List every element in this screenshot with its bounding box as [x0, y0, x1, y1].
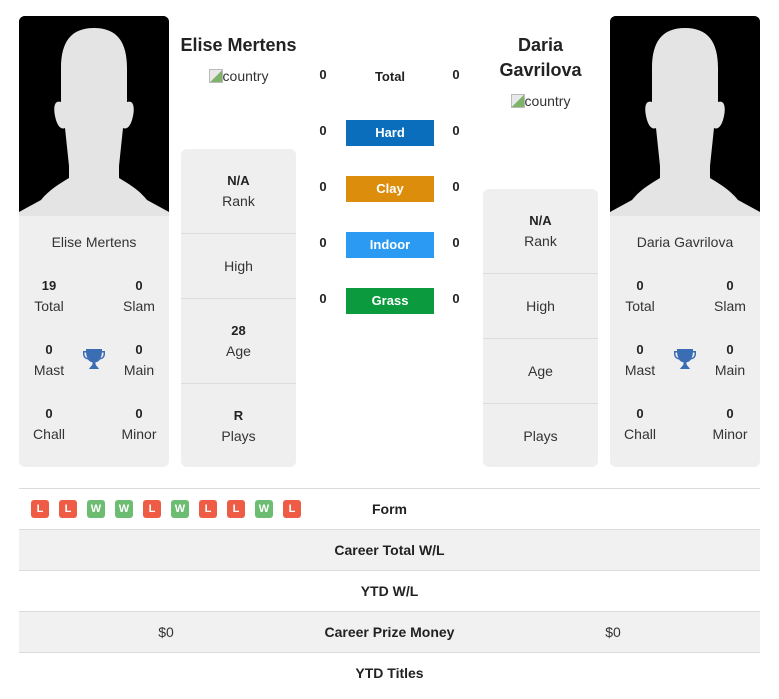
surface-hard-badge: Hard	[346, 120, 434, 146]
player1-total-titles: 19 Total	[34, 278, 64, 314]
h2h-total-label: Total	[374, 69, 406, 84]
h2h-indoor-p2: 0	[452, 235, 460, 250]
h2h-clay-p2: 0	[452, 179, 460, 194]
career-prize-money-row: $0 Career Prize Money $0	[19, 611, 760, 652]
player2-info-panel: N/A Rank High Age Plays	[483, 189, 598, 467]
ytd-wl-row: YTD W/L	[19, 570, 760, 611]
player2-plays: Plays	[483, 403, 598, 468]
player1-country-flag: country	[176, 68, 301, 84]
player1-card-name: Elise Mertens	[51, 234, 137, 250]
player1-mast-titles: 0 Mast	[33, 342, 65, 378]
ytd-wl-label: YTD W/L	[360, 583, 419, 599]
career-total-wl-label: Career Total W/L	[334, 542, 445, 558]
player2-name-heading[interactable]: Daria Gavrilova	[478, 33, 603, 83]
player2-slam-titles: 0 Slam	[714, 278, 746, 314]
player1-info-panel: N/A Rank High 28 Age R Plays	[181, 149, 296, 467]
player1-high: High	[181, 233, 296, 298]
player1-name-heading[interactable]: Elise Mertens	[176, 33, 301, 58]
player1-avatar	[19, 16, 169, 216]
player2-age: Age	[483, 338, 598, 403]
player1-slam-titles: 0 Slam	[123, 278, 155, 314]
trophy-icon	[673, 347, 697, 376]
person-silhouette-icon	[610, 16, 760, 216]
player2-mast-titles: 0 Mast	[624, 342, 656, 378]
player1-rank: N/A Rank	[222, 173, 255, 209]
player2-main-titles: 0 Main	[714, 342, 746, 378]
player2-chall-titles: 0 Chall	[624, 406, 656, 442]
person-silhouette-icon	[19, 16, 169, 216]
player1-minor-titles: 0 Minor	[121, 406, 157, 442]
h2h-clay-p1: 0	[319, 179, 327, 194]
career-total-wl-row: Career Total W/L	[19, 529, 760, 570]
h2h-indoor-p1: 0	[319, 235, 327, 250]
player2-country-flag: country	[478, 93, 603, 109]
player2-career-prize-money: $0	[605, 624, 621, 640]
player2-avatar	[610, 16, 760, 216]
player1-chall-titles: 0 Chall	[33, 406, 65, 442]
player2-card: Daria Gavrilova 0 Total 0 Slam 0 Mast 0 …	[610, 16, 760, 467]
form-row: LLWWLWLLWL Form	[19, 488, 760, 529]
player1-age: 28 Age	[181, 298, 296, 383]
ytd-titles-label: YTD Titles	[355, 665, 424, 681]
h2h-grass-p1: 0	[319, 291, 327, 306]
surface-indoor-badge: Indoor	[346, 232, 434, 258]
trophy-icon	[82, 347, 106, 376]
player2-total-titles: 0 Total	[625, 278, 655, 314]
h2h-hard-p1: 0	[319, 123, 327, 138]
player1-card: Elise Mertens 19 Total 0 Slam 0 Mast 0 M…	[19, 16, 169, 467]
h2h-grass-p2: 0	[452, 291, 460, 306]
player1-main-titles: 0 Main	[123, 342, 155, 378]
player2-high: High	[483, 273, 598, 338]
player2-rank: N/A Rank	[524, 213, 557, 249]
h2h-hard-p2: 0	[452, 123, 460, 138]
surface-grass-badge: Grass	[346, 288, 434, 314]
form-label: Form	[372, 501, 407, 517]
player2-minor-titles: 0 Minor	[712, 406, 748, 442]
h2h-total-p2: 0	[452, 67, 460, 82]
broken-image-icon	[208, 69, 223, 83]
surface-clay-badge: Clay	[346, 176, 434, 202]
broken-image-icon	[510, 94, 525, 108]
player2-card-name: Daria Gavrilova	[636, 234, 734, 250]
player1-plays: R Plays	[181, 383, 296, 468]
h2h-total-p1: 0	[319, 67, 327, 82]
ytd-titles-row: YTD Titles	[19, 652, 760, 693]
